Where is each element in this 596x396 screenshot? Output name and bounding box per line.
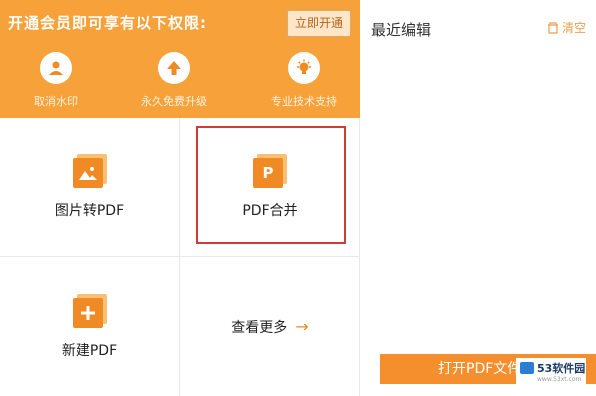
plus-icon <box>72 293 107 328</box>
recent-panel: 最近编辑 清空 打开PDF文件 <box>361 0 596 396</box>
view-more-link[interactable]: 查看更多 → <box>180 257 360 396</box>
image-icon <box>72 154 107 188</box>
activate-membership-button[interactable]: 立即开通 <box>287 10 351 37</box>
view-more-label: 查看更多 <box>231 319 288 336</box>
perk-free-upgrade: 永久免费升级 <box>126 52 222 109</box>
pdf-merge-label: PDF合并 <box>242 203 298 219</box>
new-pdf-label: 新建PDF <box>61 342 118 359</box>
arrow-right-icon: → <box>295 317 309 336</box>
clear-label: 清空 <box>561 21 586 35</box>
new-pdf-tile[interactable]: 新建PDF <box>0 257 180 396</box>
upgrade-arrow-icon <box>158 52 190 84</box>
support-bulb-icon <box>288 52 320 84</box>
perk-label: 永久免费升级 <box>141 95 207 108</box>
user-stamp-icon <box>40 52 72 84</box>
image-to-pdf-tile[interactable]: 图片转PDF <box>0 118 180 257</box>
pdf-merge-icon-letter: P <box>262 164 274 182</box>
banner-title: 开通会员即可享有以下权限: <box>8 14 207 32</box>
site-logo-icon <box>520 361 534 374</box>
image-to-pdf-label: 图片转PDF <box>54 203 125 219</box>
feature-panel: 开通会员即可享有以下权限: 立即开通 取消水印 永久免费升级 专业技术支持 图片… <box>0 0 360 396</box>
pdf-merge-icon: P <box>253 154 287 188</box>
perk-label: 取消水印 <box>34 95 78 108</box>
clear-button[interactable]: 清空 <box>546 19 586 36</box>
watermark-brand: 53软件园 <box>537 361 586 375</box>
trash-icon <box>547 22 558 34</box>
pdf-merge-tile[interactable]: P PDF合并 <box>180 118 360 257</box>
tool-grid: 图片转PDF P PDF合并 新建PDF 查看更多 → <box>0 118 360 396</box>
perk-label: 专业技术支持 <box>271 95 337 108</box>
recent-title: 最近编辑 <box>371 21 432 39</box>
site-watermark: 53软件园 www.53xt.com <box>516 358 586 384</box>
perk-tech-support: 专业技术支持 <box>256 52 352 109</box>
watermark-url: www.53xt.com <box>537 375 582 383</box>
perk-remove-watermark: 取消水印 <box>8 52 104 109</box>
membership-banner: 开通会员即可享有以下权限: 立即开通 取消水印 永久免费升级 专业技术支持 <box>0 0 360 118</box>
